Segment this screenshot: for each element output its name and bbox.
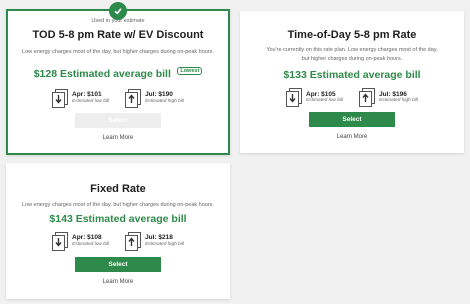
- high-bill-amount: Jul: $190: [145, 91, 173, 99]
- plan-description: Low energy charges most of the day, but …: [22, 202, 214, 208]
- low-bill-label: Estimated low bill: [72, 241, 110, 247]
- high-bill: Jul: $218 Estimated high bill: [125, 231, 184, 251]
- estimated-average-bill: $128 Estimated average bill: [33, 67, 171, 80]
- learn-more-link[interactable]: Learn More: [240, 134, 464, 140]
- bill-down-arrow-icon: [52, 231, 68, 251]
- bill-up-arrow-icon: [125, 231, 142, 251]
- high-bill-label: Estimated high bill: [145, 98, 184, 104]
- plan-title: TOD 5-8 pm Rate w/ EV Discount: [32, 29, 204, 41]
- bill-up-arrow-icon: [125, 88, 142, 108]
- rate-card-fixed: Fixed Rate Low energy charges most of th…: [6, 163, 230, 299]
- low-bill: Apr: $105 Estimated low bill: [286, 88, 344, 108]
- estimated-average-bill: $133 Estimated average bill: [283, 69, 421, 82]
- high-bill-amount: Jul: $218: [145, 234, 173, 242]
- high-bill: Jul: $196 Estimated high bill: [359, 88, 418, 108]
- high-bill: Jul: $190 Estimated high bill: [125, 88, 184, 108]
- estimated-average-bill: $143 Estimated average bill: [49, 212, 187, 225]
- select-button-disabled: Select: [75, 112, 161, 128]
- plan-description: Low energy charges most of the day, but …: [22, 49, 214, 55]
- low-bill-label: Estimated low bill: [72, 98, 110, 104]
- plan-title: Time-of-Day 5-8 pm Rate: [287, 29, 417, 41]
- bill-down-arrow-icon: [286, 88, 302, 108]
- low-bill-label: Estimated low bill: [306, 98, 344, 104]
- select-button[interactable]: Select: [75, 256, 161, 272]
- bill-down-arrow-icon: [52, 88, 68, 108]
- low-bill-amount: Apr: $101: [72, 91, 102, 99]
- low-bill: Apr: $101 Estimated low bill: [52, 88, 110, 108]
- high-bill-label: Estimated high bill: [145, 241, 184, 247]
- low-bill: Apr: $108 Estimated low bill: [52, 231, 110, 251]
- plan-title: Fixed Rate: [90, 183, 146, 195]
- high-bill-label: Estimated high bill: [379, 98, 418, 104]
- plan-description: You're currently on this rate plan. Low …: [266, 47, 438, 62]
- select-button[interactable]: Select: [309, 112, 395, 128]
- rate-card-tod-ev: Used in your estimate TOD 5-8 pm Rate w/…: [6, 2, 230, 155]
- low-bill-amount: Apr: $108: [72, 234, 102, 242]
- lowest-badge: Lowest: [177, 67, 203, 76]
- learn-more-link[interactable]: Learn More: [6, 279, 230, 285]
- learn-more-link[interactable]: Learn More: [8, 135, 228, 141]
- checkmark-icon: [109, 2, 127, 20]
- rate-card-tod: Time-of-Day 5-8 pm Rate You're currently…: [240, 11, 464, 153]
- bill-up-arrow-icon: [359, 88, 376, 108]
